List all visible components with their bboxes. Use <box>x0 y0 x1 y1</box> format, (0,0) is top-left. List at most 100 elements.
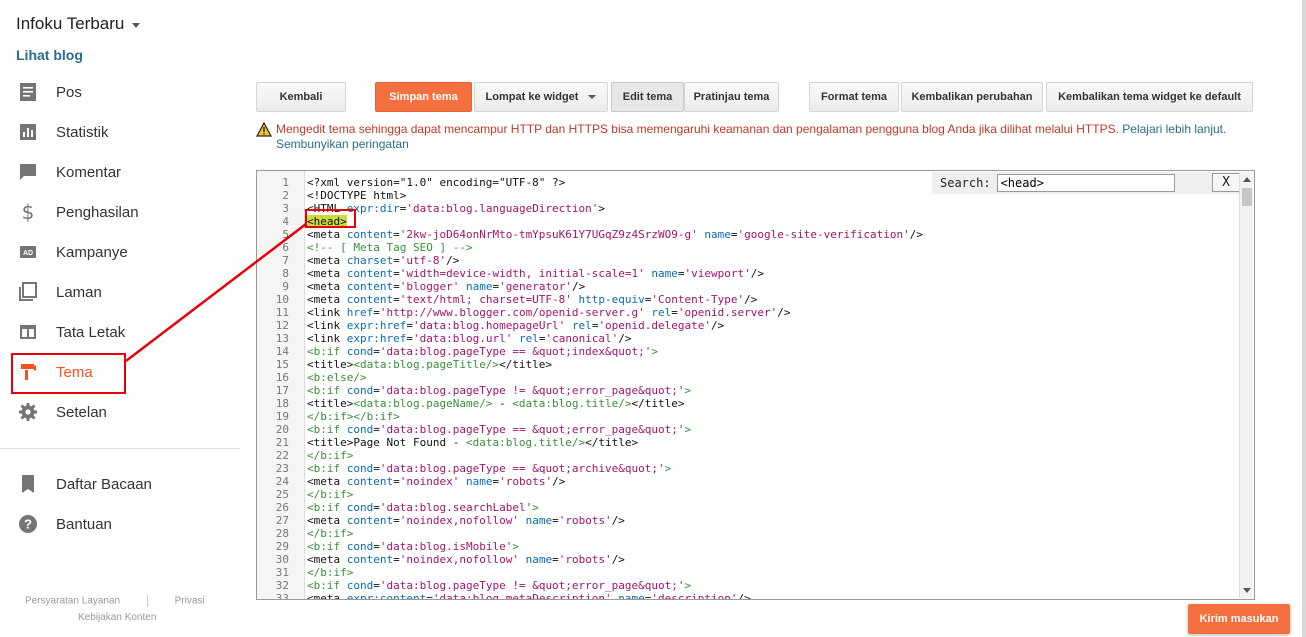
code-token: <b:if <box>307 501 347 514</box>
line-number: 11 <box>275 306 289 319</box>
code-line[interactable]: 4 <head> <box>257 215 1237 228</box>
code-token: 'generator' <box>499 280 572 293</box>
code-token: 'robots' <box>558 553 612 566</box>
code-line[interactable]: 23 <b:if cond='data:blog.pageType == &quo… <box>257 462 1237 475</box>
help-icon: ? <box>18 514 38 534</box>
sidebar-item-kampanye[interactable]: AD Kampanye <box>0 232 240 272</box>
code-token: = <box>393 475 400 488</box>
format-theme-button[interactable]: Format tema <box>809 82 899 112</box>
code-line[interactable]: 20 <b:if cond='data:blog.pageType == &quo… <box>257 423 1237 436</box>
code-token: 'data:blog.pageType == &quot;archive&quo… <box>379 462 665 475</box>
sidebar-item-statistik[interactable]: Statistik <box>0 112 240 152</box>
code-line[interactable]: 14 <b:if cond='data:blog.pageType == &quo… <box>257 345 1237 358</box>
code-token: </b:if> <box>307 527 354 540</box>
posts-icon <box>18 82 38 102</box>
warning-text: Mengedit tema sehingga dapat mencampur H… <box>276 122 1119 136</box>
scroll-down-icon[interactable] <box>1243 588 1251 593</box>
code-token: <data:blog.title/> <box>465 436 586 449</box>
editor-scrollbar[interactable] <box>1239 172 1253 598</box>
close-search-button[interactable]: X <box>1212 173 1240 192</box>
code-editor[interactable]: 1 <?xml version="1.0" encoding="UTF-8" ?>… <box>256 170 1255 600</box>
code-line[interactable]: 24 <meta content='noindex' name='robots'/… <box>257 475 1237 488</box>
line-number: 22 <box>275 449 289 462</box>
sidebar-item-laman[interactable]: Laman <box>0 272 240 312</box>
code-line[interactable]: 6 <!-- [ Meta Tag SEO ] --> <box>257 241 1237 254</box>
code-line[interactable]: 28 </b:if> <box>257 527 1237 540</box>
privacy-link[interactable]: Privasi <box>175 596 205 607</box>
code-line[interactable]: 13 <link expr:href='data:blog.url' rel='c… <box>257 332 1237 345</box>
search-input[interactable] <box>996 174 1175 192</box>
code-line[interactable]: 32 <b:if cond='data:blog.pageType != &quo… <box>257 579 1237 592</box>
code-token: content <box>346 514 394 527</box>
sidebar-item-komentar[interactable]: Komentar <box>0 152 240 192</box>
jump-to-widget-dropdown[interactable]: Lompat ke widget <box>474 82 608 112</box>
code-line[interactable]: 26 <b:if cond='data:blog.searchLabel'> <box>257 501 1237 514</box>
code-token: </b:if> <box>307 449 354 462</box>
search-bar: Search: X <box>932 172 1252 194</box>
preview-theme-button[interactable]: Pratinjau tema <box>684 82 779 112</box>
learn-more-link[interactable]: Pelajari lebih lanjut. <box>1122 122 1226 136</box>
code-line[interactable]: 33 <meta expr:content='data:blog.metaDesc… <box>257 592 1237 599</box>
code-line[interactable]: 30 <meta content='noindex,nofollow' name=… <box>257 553 1237 566</box>
code-line[interactable]: 27 <meta content='noindex,nofollow' name=… <box>257 514 1237 527</box>
code-line[interactable]: 25 </b:if> <box>257 488 1237 501</box>
line-number: 5 <box>282 228 289 241</box>
svg-text:?: ? <box>24 517 32 532</box>
terms-link[interactable]: Persyaratan Layanan <box>25 596 120 607</box>
code-line[interactable]: 18 <title><data:blog.pageName/> - <data:b… <box>257 397 1237 410</box>
code-line[interactable]: 8 <meta content='width=device-width, init… <box>257 267 1237 280</box>
code-token: </title> <box>631 397 685 410</box>
line-number: 2 <box>282 189 289 202</box>
scroll-up-icon[interactable] <box>1243 177 1251 182</box>
code-line[interactable]: 3 <HTML expr:dir='data:blog.languageDirec… <box>257 202 1237 215</box>
line-number: 23 <box>275 462 289 475</box>
sidebar-item-label: Daftar Bacaan <box>56 475 152 493</box>
send-feedback-button[interactable]: Kirim masukan <box>1188 604 1290 634</box>
save-theme-button[interactable]: Simpan tema <box>375 82 472 112</box>
code-content[interactable]: 1 <?xml version="1.0" encoding="UTF-8" ?>… <box>257 176 1237 599</box>
sidebar-item-daftar-bacaan[interactable]: Daftar Bacaan <box>0 464 240 504</box>
revert-widgets-button[interactable]: Kembalikan tema widget ke default <box>1046 82 1253 112</box>
sidebar-item-tata-letak[interactable]: Tata Letak <box>0 312 240 352</box>
code-token: > <box>684 423 692 436</box>
code-line[interactable]: 19 </b:if></b:if> <box>257 410 1237 423</box>
sidebar-item-setelan[interactable]: Setelan <box>0 392 240 432</box>
jump-to-widget-label: Lompat ke widget <box>485 91 579 103</box>
code-line[interactable]: 29 <b:if cond='data:blog.isMobile'> <box>257 540 1237 553</box>
line-source: <meta content='width=device-width, initi… <box>293 267 764 280</box>
code-token: = <box>406 319 413 332</box>
code-token: </b:if></b:if> <box>307 410 400 423</box>
blog-switcher[interactable]: Infoku Terbaru <box>16 14 141 34</box>
content-policy-link[interactable]: Kebijakan Konten <box>78 612 156 623</box>
code-token: name <box>465 280 493 293</box>
back-button[interactable]: Kembali <box>256 82 346 112</box>
code-line[interactable]: 10 <meta content='text/html; charset=UTF-… <box>257 293 1237 306</box>
code-line[interactable]: 31 </b:if> <box>257 566 1237 579</box>
pages-icon <box>18 282 38 302</box>
sidebar-item-pos[interactable]: Pos <box>0 72 240 112</box>
sidebar-item-penghasilan[interactable]: $ Penghasilan <box>0 192 240 232</box>
code-line[interactable]: 17 <b:if cond='data:blog.pageType != &quo… <box>257 384 1237 397</box>
code-line[interactable]: 21 <title>Page Not Found - <data:blog.tit… <box>257 436 1237 449</box>
code-line[interactable]: 12 <link expr:href='data:blog.homepageUrl… <box>257 319 1237 332</box>
revert-changes-button[interactable]: Kembalikan perubahan <box>901 82 1043 112</box>
code-line[interactable]: 5 <meta content='2kw-joD64onNrMto-tmYpsuK… <box>257 228 1237 241</box>
line-source: <link expr:href='data:blog.url' rel='can… <box>293 332 632 345</box>
sidebar-item-bantuan[interactable]: ? Bantuan <box>0 504 240 544</box>
hide-warning-link[interactable]: Sembunyikan peringatan <box>276 137 409 151</box>
code-token: <title> <box>307 397 354 410</box>
code-line[interactable]: 22 </b:if> <box>257 449 1237 462</box>
view-blog-link[interactable]: Lihat blog <box>16 47 83 63</box>
code-line[interactable]: 7 <meta charset='utf-8'/> <box>257 254 1237 267</box>
edit-theme-button[interactable]: Edit tema <box>611 82 684 112</box>
scrollbar-thumb[interactable] <box>1242 188 1252 206</box>
code-line[interactable]: 15 <title><data:blog.pageTitle/></title> <box>257 358 1237 371</box>
code-line[interactable]: 9 <meta content='blogger' name='generator… <box>257 280 1237 293</box>
code-line[interactable]: 16 <b:else/> <box>257 371 1237 384</box>
code-line[interactable]: 11 <link href='http://www.blogger.com/ope… <box>257 306 1237 319</box>
code-token: = <box>373 345 380 358</box>
line-source: <b:if cond='data:blog.pageType != &quot;… <box>293 579 691 592</box>
code-token: /> <box>611 553 625 566</box>
code-token: /> <box>611 514 625 527</box>
